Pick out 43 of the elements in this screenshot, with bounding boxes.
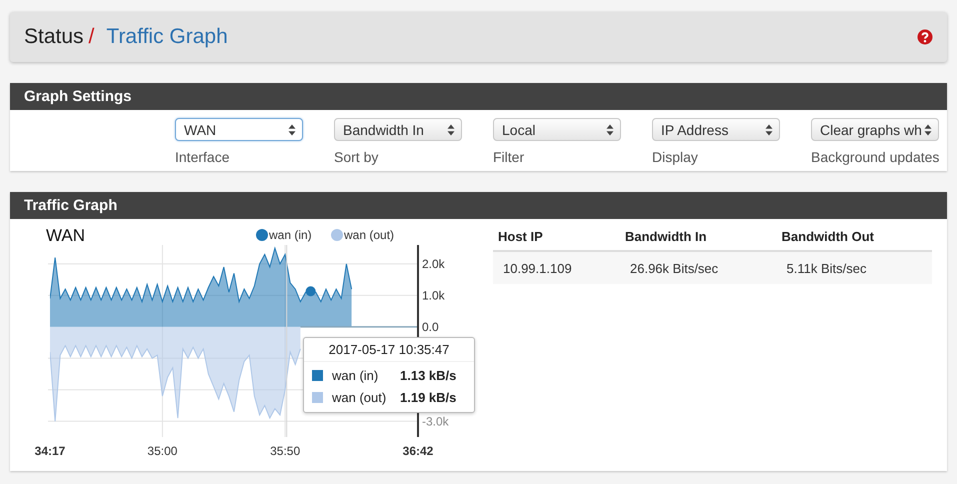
updown-arrows-icon bbox=[288, 124, 296, 136]
field-label: Background updates bbox=[811, 149, 939, 165]
breadcrumb-separator: / bbox=[88, 25, 94, 49]
dropdown[interactable]: Local bbox=[493, 118, 621, 141]
axis-tick-label: 34:17 bbox=[34, 444, 66, 458]
axis-tick-label: -3.0k bbox=[422, 414, 449, 428]
legend-label: wan (in) bbox=[268, 228, 312, 242]
axis-tick-label: 0.0 bbox=[422, 320, 439, 334]
field-label: Filter bbox=[493, 149, 526, 165]
legend-item: wan (in) bbox=[256, 228, 312, 242]
axis-tick-label: 1.0k bbox=[422, 288, 445, 302]
help-icon[interactable] bbox=[917, 29, 933, 45]
dropdown[interactable]: Clear graphs wh bbox=[811, 118, 939, 141]
updown-arrows-icon bbox=[765, 124, 773, 136]
tooltip-series-label: wan (out) bbox=[332, 390, 388, 404]
tooltip-series-label: wan (in) bbox=[332, 368, 380, 382]
updown-arrows-icon bbox=[606, 124, 614, 136]
axis-tick-label: 36:42 bbox=[402, 444, 434, 458]
dropdown[interactable]: WAN bbox=[175, 118, 303, 141]
page-title: Traffic Graph bbox=[106, 25, 228, 49]
tooltip-value: 1.13 kB/s bbox=[400, 368, 456, 382]
legend-item: wan (out) bbox=[331, 228, 394, 242]
breadcrumb-parent[interactable]: Status bbox=[24, 25, 84, 49]
tooltip-title: 2017-05-17 10:35:47 bbox=[304, 342, 474, 362]
panel-title: Graph Settings bbox=[10, 83, 947, 110]
panel-title: Traffic Graph bbox=[10, 192, 947, 219]
table-cell: 10.99.1.109 bbox=[493, 251, 620, 284]
table-cell: 26.96k Bits/sec bbox=[620, 251, 777, 284]
field-label: Interface bbox=[175, 149, 230, 165]
axis-tick-label: 35:00 bbox=[147, 444, 178, 458]
table-cell: 5.11k Bits/sec bbox=[776, 251, 932, 284]
updown-arrows-icon bbox=[924, 124, 932, 136]
dropdown[interactable]: IP Address bbox=[652, 118, 780, 141]
field-label: Sort by bbox=[334, 149, 380, 165]
axis-tick-label: 2.0k bbox=[422, 256, 445, 271]
updown-arrows-icon bbox=[447, 124, 455, 136]
legend-label: wan (out) bbox=[343, 228, 394, 242]
graph-title: WAN bbox=[46, 226, 86, 245]
tooltip-value: 1.19 kB/s bbox=[400, 390, 456, 404]
field-label: Display bbox=[652, 149, 699, 165]
dropdown[interactable]: Bandwidth In bbox=[334, 118, 462, 141]
axis-tick-label: 35:50 bbox=[270, 444, 300, 458]
hover-point bbox=[306, 286, 316, 296]
